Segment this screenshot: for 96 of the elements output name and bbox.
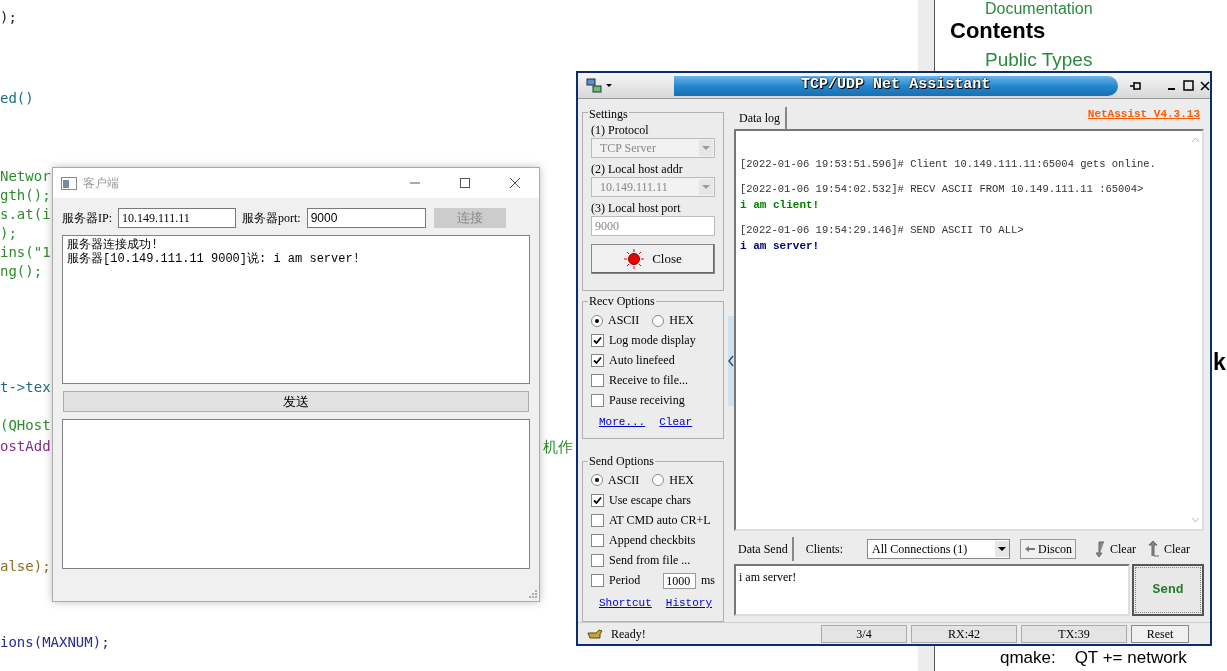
window-title: 客户端 <box>83 175 120 192</box>
doc-heading: Contents <box>950 19 1046 42</box>
unit-label: ms <box>701 573 715 589</box>
log-message: i am server! <box>740 238 820 254</box>
radio-button[interactable] <box>591 474 603 487</box>
pointing-hand-icon <box>587 627 603 640</box>
down-arrow-icon <box>1092 539 1106 558</box>
code-line: ions(MAXNUM); <box>0 633 110 652</box>
up-arrow-icon <box>1146 539 1160 558</box>
log-header: [2022-01-06 19:53:51.596]# Client 10.149.111.11:65004 gets online. <box>740 156 1157 172</box>
checkbox[interactable] <box>591 493 604 507</box>
checkbox[interactable] <box>591 394 604 408</box>
group-title: Recv Options <box>588 294 656 310</box>
checkbox[interactable] <box>591 533 604 547</box>
checkbox[interactable] <box>591 513 604 527</box>
radio-label: HEX <box>669 313 694 329</box>
checkbox-label: Pause receiving <box>609 393 685 409</box>
radio-label: HEX <box>669 472 694 488</box>
field-label: (2) Local host addr <box>591 162 684 177</box>
field-label: (3) Local host port <box>591 201 682 216</box>
doc-heading: k <box>1213 348 1226 376</box>
code-line: s.at(i <box>0 205 51 224</box>
checkbox-label: Receive to file... <box>609 373 688 389</box>
code-line: ed() <box>0 89 34 108</box>
send-button[interactable]: 发送 <box>63 391 529 412</box>
radio-button[interactable] <box>591 314 603 327</box>
radio-button[interactable] <box>652 474 665 487</box>
doc-link[interactable]: Public Types <box>985 48 1093 71</box>
checkbox[interactable] <box>591 374 604 388</box>
checkbox[interactable] <box>591 574 604 588</box>
maximize-icon[interactable] <box>459 177 471 189</box>
log-message: i am client! <box>740 197 820 213</box>
code-line: ins("1 <box>0 243 51 262</box>
maximize-icon[interactable] <box>1183 80 1195 91</box>
link[interactable]: History <box>665 595 713 611</box>
clients-label: Clients: <box>805 540 843 558</box>
checkbox-label: Log mode display <box>609 333 696 349</box>
field-label: 服务器IP: <box>62 210 112 227</box>
checkbox-label: Append checkbits <box>609 532 696 548</box>
status-counter: RX:42 <box>911 624 1017 643</box>
port-field[interactable]: 9000 <box>306 208 426 228</box>
field-label: (1) Protocol <box>591 123 650 138</box>
radio-button[interactable] <box>652 314 665 327</box>
checkbox[interactable] <box>591 334 604 348</box>
log-line: 服务器连接成功! <box>67 238 160 252</box>
code-line: t->tex <box>0 378 51 397</box>
disconnect-button[interactable]: Discon <box>1020 538 1076 559</box>
log-header: [2022-01-06 19:54:02.532]# RECV ASCII FROM 10.149.111.11 :65004> <box>740 181 1145 197</box>
send-button[interactable]: Send <box>1132 563 1204 616</box>
code-line: ); <box>0 8 17 27</box>
app-icon <box>61 176 77 190</box>
clear-button[interactable]: Clear <box>1146 539 1190 558</box>
checkbox-label: Auto linefeed <box>609 353 675 369</box>
reset-button[interactable]: Reset <box>1131 624 1189 643</box>
clients-dropdown[interactable]: All Connections (1) <box>867 538 1010 559</box>
group-title: Send Options <box>588 453 655 469</box>
code-comment: 机作 <box>543 437 573 457</box>
close-icon[interactable] <box>509 177 521 189</box>
checkbox-label: Send from file ... <box>609 552 691 568</box>
network-icon[interactable] <box>586 77 612 94</box>
status-counter: TX:39 <box>1021 624 1127 643</box>
field-label: 服务器port: <box>242 210 301 227</box>
period-field[interactable]: 1000 <box>663 572 696 589</box>
code-line: alse); <box>0 557 51 576</box>
clear-button[interactable]: Clear <box>1092 539 1136 558</box>
resize-grip-icon[interactable] <box>528 589 537 598</box>
message-input[interactable] <box>62 419 530 569</box>
doc-text: qmake: QT += network <box>1000 648 1187 668</box>
checkbox-label: Use escape chars <box>609 492 691 508</box>
code-line: ostAdd <box>0 437 51 456</box>
code-line: ng(); <box>0 262 43 281</box>
link[interactable]: Shortcut <box>599 595 652 611</box>
send-input[interactable]: i am server! <box>734 563 1130 616</box>
indicator-light-icon <box>624 249 645 269</box>
code-line: gth(); <box>0 186 51 205</box>
checkbox-label: Period <box>609 573 641 589</box>
link[interactable]: Clear <box>659 415 693 431</box>
close-icon[interactable] <box>1200 80 1210 91</box>
doc-link[interactable]: Documentation <box>985 0 1093 18</box>
status-text: Ready! <box>611 625 647 643</box>
checkbox[interactable] <box>591 354 604 368</box>
window-title: TCP/UDP Net Assistant <box>801 75 991 96</box>
code-line: ); <box>0 224 17 243</box>
checkbox-label: AT CMD auto CR+L <box>609 512 711 528</box>
status-counter: 3/4 <box>821 624 907 643</box>
code-line: (QHost <box>0 416 51 435</box>
link[interactable]: More... <box>599 415 646 431</box>
ip-field[interactable]: 10.149.111.11 <box>118 208 236 228</box>
radio-label: ASCII <box>608 313 640 329</box>
code-line: Networ <box>0 167 51 186</box>
log-line: 服务器[10.149.111.11 9000]说: i am server! <box>67 252 361 266</box>
radio-label: ASCII <box>608 472 640 488</box>
left-arrow-icon <box>1024 544 1036 553</box>
log-header: [2022-01-06 19:54:29.146]# SEND ASCII TO ALL> <box>740 222 1025 238</box>
data-send-tab[interactable]: Data Send <box>734 536 794 561</box>
checkbox[interactable] <box>591 553 604 567</box>
